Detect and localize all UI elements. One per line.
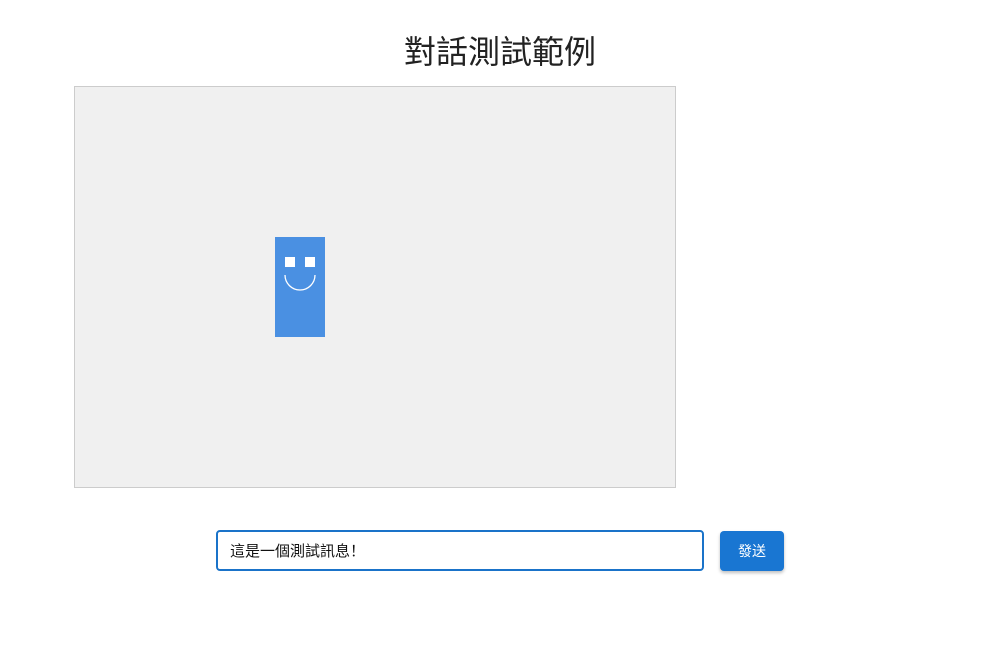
robot-right-eye [305, 257, 315, 267]
robot-smile-icon [284, 275, 316, 291]
page-title: 對話測試範例 [403, 33, 596, 71]
page: 對話測試範例 發送 [0, 0, 1000, 660]
message-input[interactable] [216, 530, 704, 571]
send-button[interactable]: 發送 [720, 531, 784, 571]
robot-icon [275, 237, 325, 337]
robot-left-eye [285, 257, 295, 267]
character-stage [74, 86, 676, 488]
chat-input-row: 發送 [216, 530, 786, 572]
